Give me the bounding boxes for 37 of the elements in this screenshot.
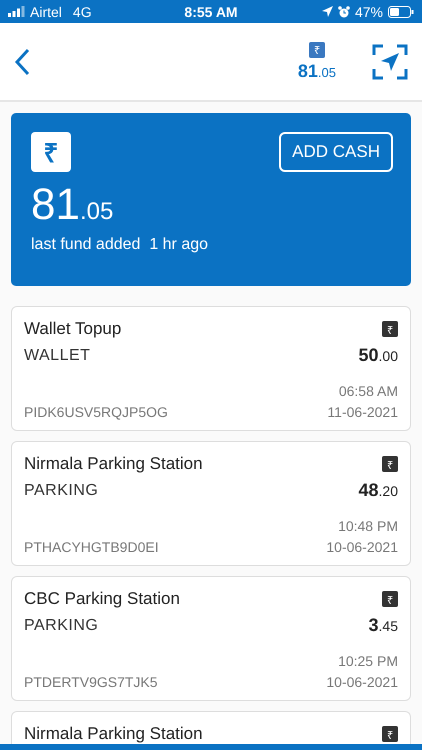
transaction-category: PARKING <box>24 482 98 500</box>
rupee-badge: ₹ <box>382 321 398 337</box>
rupee-badge: ₹ <box>382 726 398 742</box>
transaction-card[interactable]: CBC Parking Station ₹ PARKING 3.45 10:25 PM PTDERTV9GS7TJK5 10-06-2021 <box>11 576 411 701</box>
rupee-badge: ₹ <box>308 42 325 58</box>
transaction-title: Wallet Topup <box>24 319 122 339</box>
network-type: 4G <box>72 4 92 20</box>
transaction-category: WALLET <box>24 346 90 364</box>
transaction-date: 10-06-2021 <box>326 674 398 690</box>
clock-time: 8:55 AM <box>184 4 238 20</box>
transaction-id: PIDK6USV5RQJP5OG <box>24 404 168 420</box>
transaction-title: Nirmala Parking Station <box>24 454 203 474</box>
amount: 81.05 <box>298 60 336 82</box>
transaction-category: PARKING <box>24 616 98 634</box>
rupee-badge: ₹ <box>382 591 398 607</box>
carrier-name: Airtel <box>30 4 62 20</box>
transaction-time: 10:48 PM <box>338 518 398 534</box>
transaction-id: PTHACYHGTB9D0EI <box>24 539 159 555</box>
transaction-date: 11-06-2021 <box>327 404 398 420</box>
battery-percent: 47% <box>354 4 384 20</box>
amount: 50.00 <box>358 345 398 366</box>
last-fund-note: last fund added 1 hr ago <box>31 236 210 254</box>
transaction-card[interactable]: Wallet Topup ₹ WALLET 50.00 06:58 AM PIDK6USV5RQJP5OG 11-06-2021 <box>11 306 411 431</box>
amount: 48.20 <box>358 480 398 501</box>
rupee-badge: ₹ <box>31 132 71 172</box>
transaction-card[interactable]: Nirmala Parking Station ₹ PARKING 48.20 10:48 PM PTHACYHGTB9D0EI 10-06-2021 <box>11 441 411 566</box>
transaction-time: 06:58 AM <box>338 383 398 399</box>
rupee-badge: ₹ <box>382 456 398 472</box>
wallet-balance: 81.05 <box>31 180 114 229</box>
transaction-time: 10:25 PM <box>338 653 398 669</box>
add-cash-button[interactable]: ADD CASH <box>279 132 393 172</box>
transaction-date: 10-06-2021 <box>326 539 398 555</box>
transaction-id: PTDERTV9GS7TJK5 <box>24 674 158 690</box>
transaction-title: CBC Parking Station <box>24 589 180 609</box>
amount: 3.45 <box>368 615 398 636</box>
transaction-card[interactable]: Nirmala Parking Station ₹ <box>11 711 411 744</box>
transaction-title: Nirmala Parking Station <box>24 724 203 744</box>
